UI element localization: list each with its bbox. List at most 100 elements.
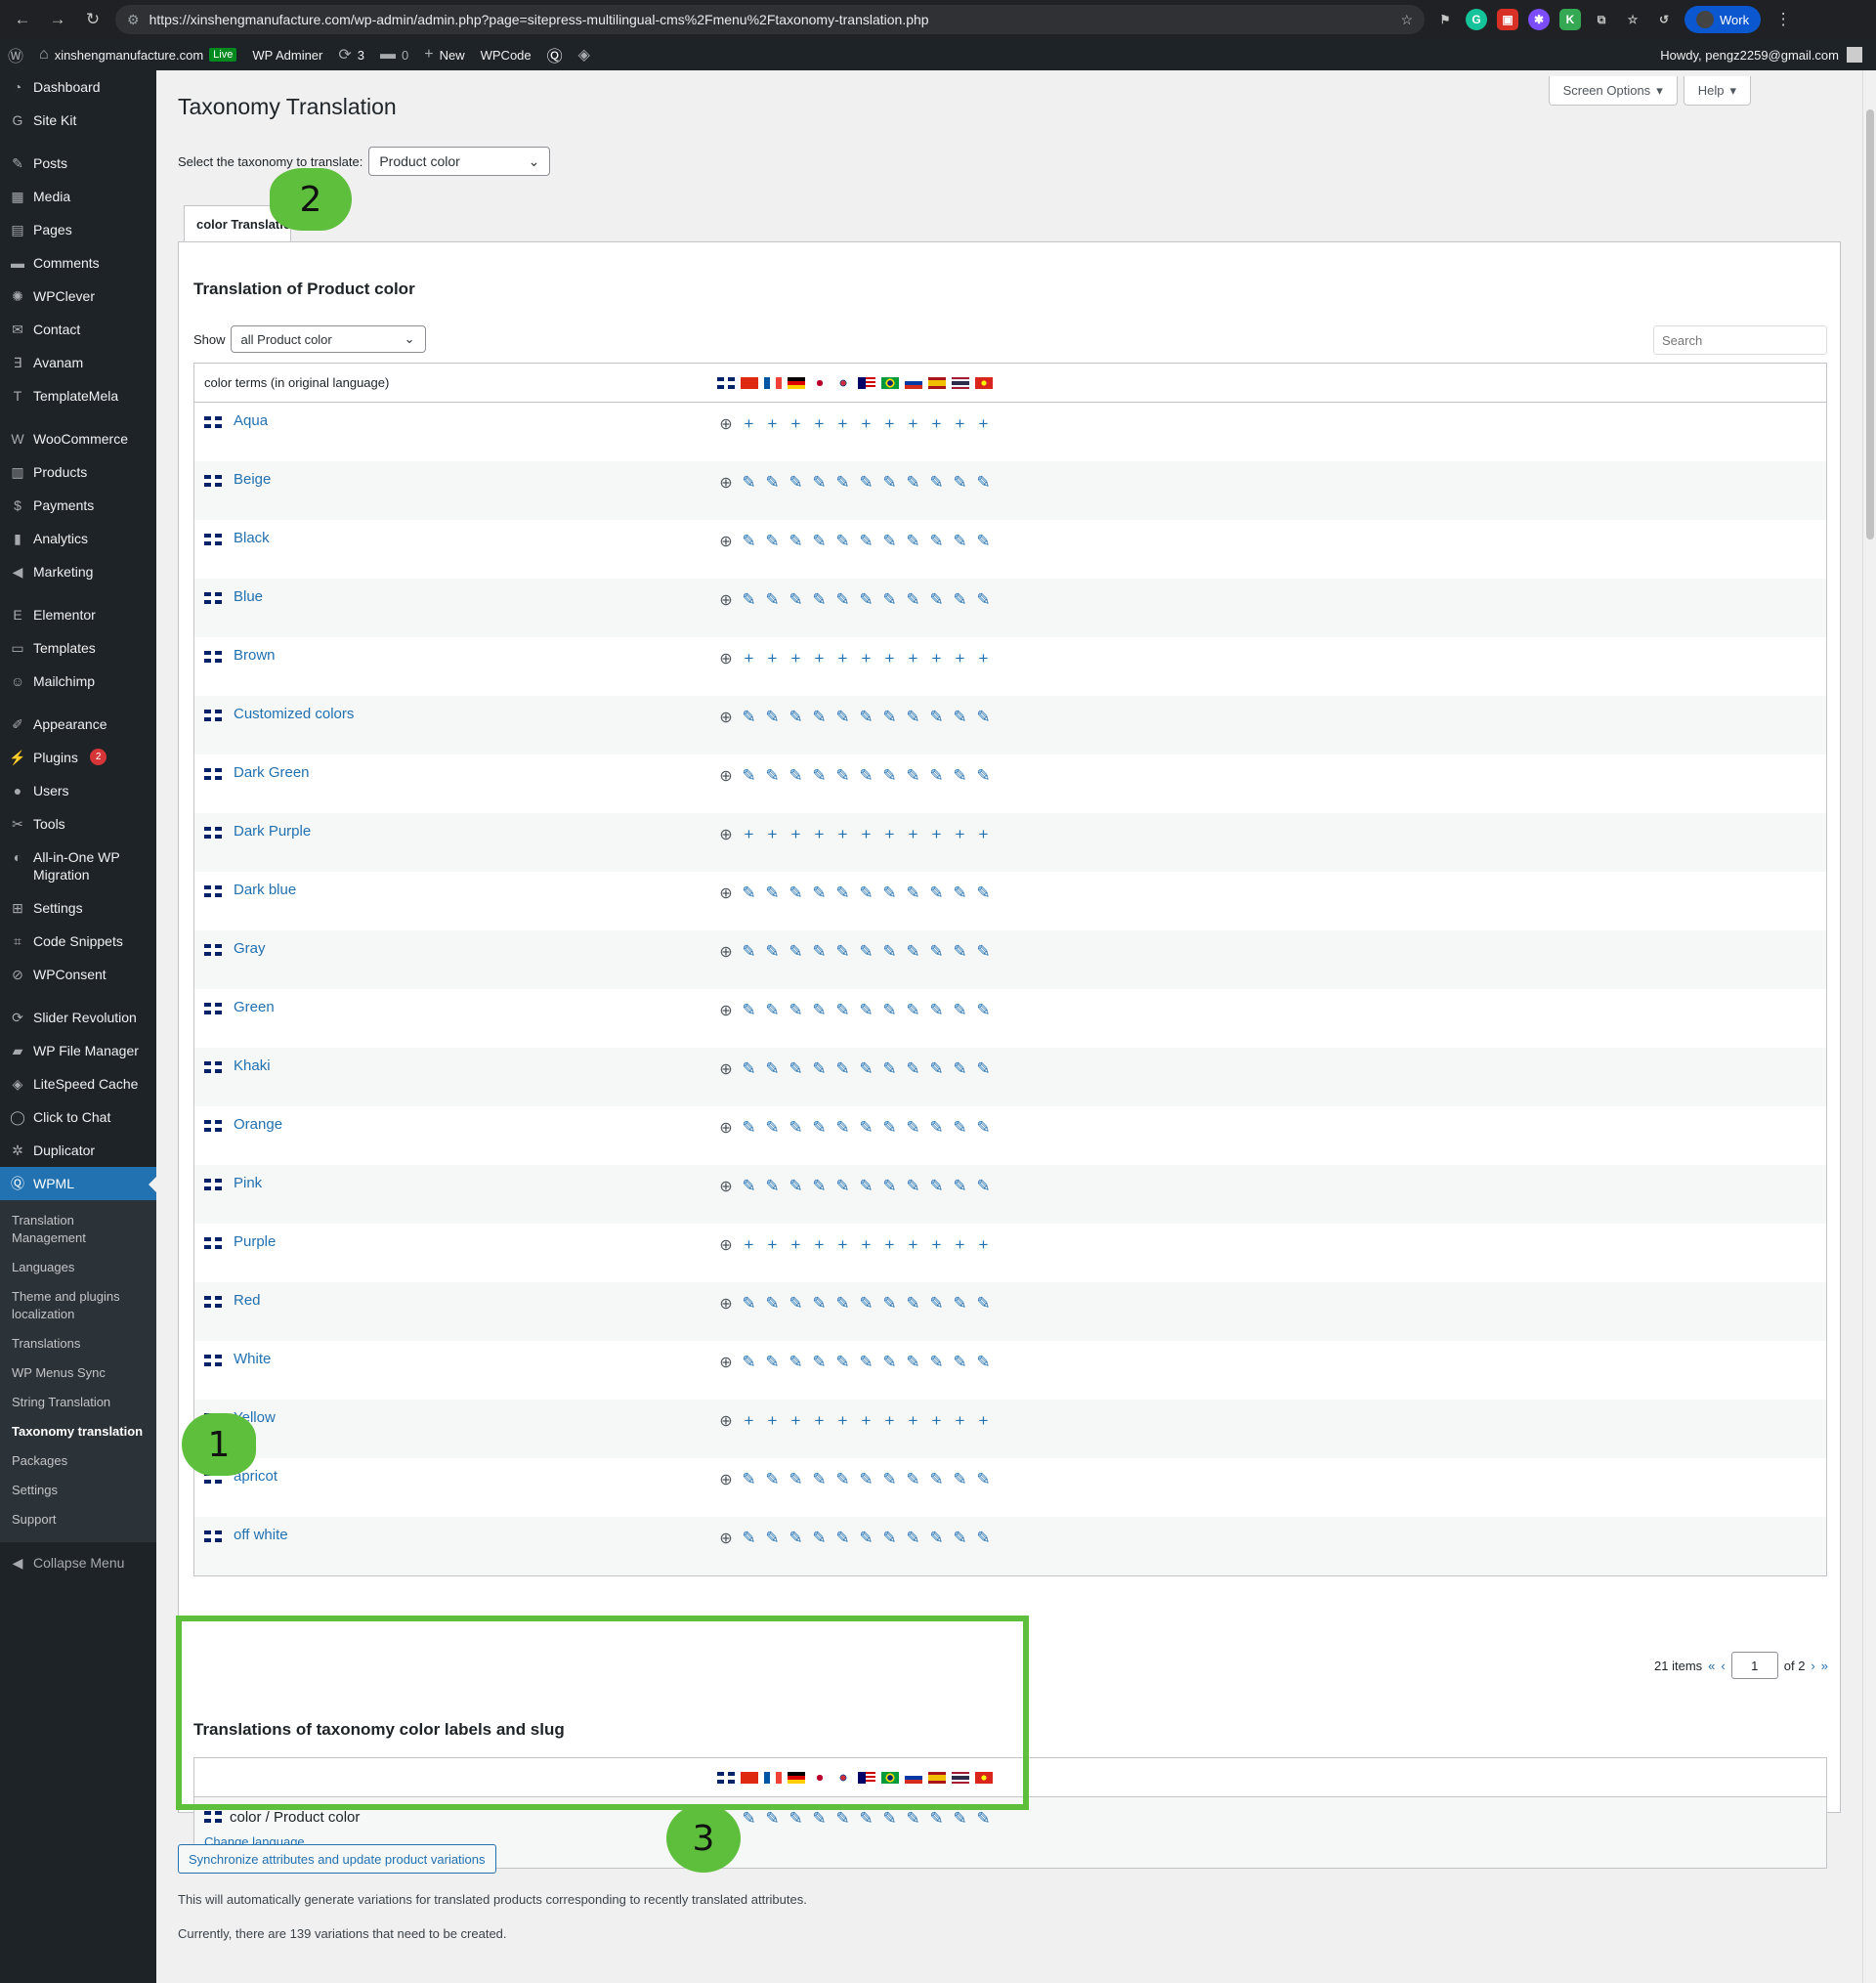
edit-translation-fr-icon[interactable]: ✎	[763, 1470, 782, 1488]
edit-translation-ja-icon[interactable]: ✎	[810, 1470, 829, 1488]
add-translation-th-icon[interactable]: +	[951, 1411, 969, 1430]
edit-translation-fr-icon[interactable]: ✎	[763, 473, 782, 492]
edit-translation-pt-br-icon[interactable]: ✎	[880, 1177, 899, 1195]
sidebar-item-products[interactable]: ▥ Products	[0, 455, 156, 489]
edit-translation-pt-br-icon[interactable]: ✎	[880, 1294, 899, 1313]
edit-translation-zh-icon[interactable]: ✎	[740, 473, 758, 492]
edit-translation-ru-icon[interactable]: ✎	[904, 708, 922, 726]
edit-translation-vi-icon[interactable]: ✎	[974, 1470, 993, 1488]
edit-translation-vi-icon[interactable]: ✎	[974, 1118, 993, 1137]
edit-translation-ja-icon[interactable]: ✎	[810, 884, 829, 902]
edit-translation-es-icon[interactable]: ✎	[927, 1177, 946, 1195]
edit-translation-th-icon[interactable]: ✎	[951, 884, 969, 902]
extensions-puzzle-icon[interactable]: ⧉	[1591, 9, 1612, 30]
bookmark-star-icon[interactable]: ☆	[1400, 12, 1413, 28]
edit-translation-ko-icon[interactable]: ✎	[833, 590, 852, 609]
add-translation-vi-icon[interactable]: +	[974, 1411, 993, 1430]
edit-translation-pt-br-icon[interactable]: ✎	[880, 1118, 899, 1137]
sidebar-item-analytics[interactable]: ▮ Analytics	[0, 522, 156, 555]
edit-translation-ms-icon[interactable]: ✎	[857, 532, 875, 550]
edit-translation-zh-icon[interactable]: ✎	[740, 1294, 758, 1313]
edit-translation-zh-icon[interactable]: ✎	[740, 1470, 758, 1488]
edit-translation-ja-icon[interactable]: ✎	[810, 942, 829, 961]
edit-translation-vi-icon[interactable]: ✎	[974, 532, 993, 550]
edit-translation-de-icon[interactable]: ✎	[787, 532, 805, 550]
edit-translation-es-icon[interactable]: ✎	[927, 1001, 946, 1019]
edit-translation-zh-icon[interactable]: ✎	[740, 1177, 758, 1195]
add-translation-ja-icon[interactable]: +	[810, 1411, 829, 1430]
edit-translation-ru-icon[interactable]: ✎	[904, 884, 922, 902]
submenu-item-settings[interactable]: Settings	[0, 1476, 156, 1505]
term-name-link[interactable]: Orange	[234, 1116, 282, 1133]
reading-list-icon[interactable]: ☆	[1622, 9, 1643, 30]
edit-translation-de-icon[interactable]: ✎	[787, 1353, 805, 1371]
edit-translation-ru-icon[interactable]: ✎	[904, 532, 922, 550]
edit-translation-ru-icon[interactable]: ✎	[904, 1059, 922, 1078]
edit-translation-ms-icon[interactable]: ✎	[857, 473, 875, 492]
edit-translation-pt-br-icon[interactable]: ✎	[880, 1001, 899, 1019]
term-name-link[interactable]: Purple	[234, 1233, 276, 1250]
edit-translation-fr-icon[interactable]: ✎	[763, 1294, 782, 1313]
edit-translation-zh-icon[interactable]: ✎	[740, 1059, 758, 1078]
edit-translation-de-icon[interactable]: ✎	[787, 590, 805, 609]
edit-translation-pt-br-icon[interactable]: ✎	[880, 532, 899, 550]
edit-translation-ja-icon[interactable]: ✎	[810, 766, 829, 785]
edit-translation-th-icon[interactable]: ✎	[951, 1529, 969, 1547]
add-translation-de-icon[interactable]: +	[787, 825, 805, 843]
edit-translation-ms-icon[interactable]: ✎	[857, 708, 875, 726]
add-translation-fr-icon[interactable]: +	[763, 649, 782, 668]
term-name-link[interactable]: Dark blue	[234, 882, 296, 898]
edit-translation-vi-icon[interactable]: ✎	[974, 1294, 993, 1313]
edit-translation-de-icon[interactable]: ✎	[787, 1529, 805, 1547]
edit-translation-es-icon[interactable]: ✎	[927, 1529, 946, 1547]
edit-translation-es-icon[interactable]: ✎	[927, 1353, 946, 1371]
edit-translation-ms-icon[interactable]: ✎	[857, 590, 875, 609]
edit-translation-vi-icon[interactable]: ✎	[974, 942, 993, 961]
litespeed-icon[interactable]: ◈	[571, 39, 598, 70]
edit-translation-ru-icon[interactable]: ✎	[904, 766, 922, 785]
edit-translation-ru-icon[interactable]: ✎	[904, 590, 922, 609]
edit-translation-zh-icon[interactable]: ✎	[740, 708, 758, 726]
sidebar-item-all-in-one-wp-migration[interactable]: ◐ All-in-One WP Migration	[0, 841, 156, 891]
edit-translation-ko-icon[interactable]: ✎	[833, 1294, 852, 1313]
edit-translation-vi-icon[interactable]: ✎	[974, 1529, 993, 1547]
show-filter-select[interactable]: all Product color ⌄	[230, 325, 426, 353]
add-translation-es-icon[interactable]: +	[927, 414, 946, 433]
taxonomy-select[interactable]: Product color ⌄	[368, 147, 551, 176]
edit-translation-ms-icon[interactable]: ✎	[857, 1118, 875, 1137]
edit-translation-es-icon[interactable]: ✎	[927, 1470, 946, 1488]
updates-link[interactable]: ⟳ 3	[330, 39, 372, 70]
edit-translation-ru-icon[interactable]: ✎	[904, 1470, 922, 1488]
edit-translation-ko-icon[interactable]: ✎	[833, 1353, 852, 1371]
edit-translation-ko-icon[interactable]: ✎	[833, 532, 852, 550]
edit-translation-zh-icon[interactable]: ✎	[740, 884, 758, 902]
wp-logo-icon[interactable]: Ⓦ	[0, 39, 31, 70]
edit-translation-ja-icon[interactable]: ✎	[810, 590, 829, 609]
edit-translation-es-icon[interactable]: ✎	[927, 1809, 946, 1828]
edit-translation-de-icon[interactable]: ✎	[787, 1809, 805, 1828]
add-translation-zh-icon[interactable]: +	[740, 1411, 758, 1430]
edit-translation-ja-icon[interactable]: ✎	[810, 532, 829, 550]
edit-translation-th-icon[interactable]: ✎	[951, 1294, 969, 1313]
edit-translation-ko-icon[interactable]: ✎	[833, 708, 852, 726]
add-translation-ja-icon[interactable]: +	[810, 414, 829, 433]
edit-translation-es-icon[interactable]: ✎	[927, 766, 946, 785]
edit-translation-vi-icon[interactable]: ✎	[974, 1353, 993, 1371]
next-page-link[interactable]: ›	[1811, 1659, 1814, 1673]
sidebar-item-slider-revolution[interactable]: ⟳ Slider Revolution	[0, 1001, 156, 1034]
edit-translation-ko-icon[interactable]: ✎	[833, 1529, 852, 1547]
edit-translation-pt-br-icon[interactable]: ✎	[880, 1809, 899, 1828]
add-translation-ms-icon[interactable]: +	[857, 414, 875, 433]
add-translation-fr-icon[interactable]: +	[763, 1411, 782, 1430]
search-input[interactable]	[1653, 325, 1827, 355]
edit-translation-ms-icon[interactable]: ✎	[857, 1294, 875, 1313]
edit-translation-es-icon[interactable]: ✎	[927, 708, 946, 726]
edit-translation-es-icon[interactable]: ✎	[927, 590, 946, 609]
edit-translation-fr-icon[interactable]: ✎	[763, 708, 782, 726]
sidebar-item-contact[interactable]: ✉ Contact	[0, 313, 156, 346]
edit-translation-th-icon[interactable]: ✎	[951, 1177, 969, 1195]
edit-translation-pt-br-icon[interactable]: ✎	[880, 1353, 899, 1371]
edit-translation-fr-icon[interactable]: ✎	[763, 766, 782, 785]
add-translation-ru-icon[interactable]: +	[904, 1411, 922, 1430]
edit-translation-ru-icon[interactable]: ✎	[904, 1353, 922, 1371]
